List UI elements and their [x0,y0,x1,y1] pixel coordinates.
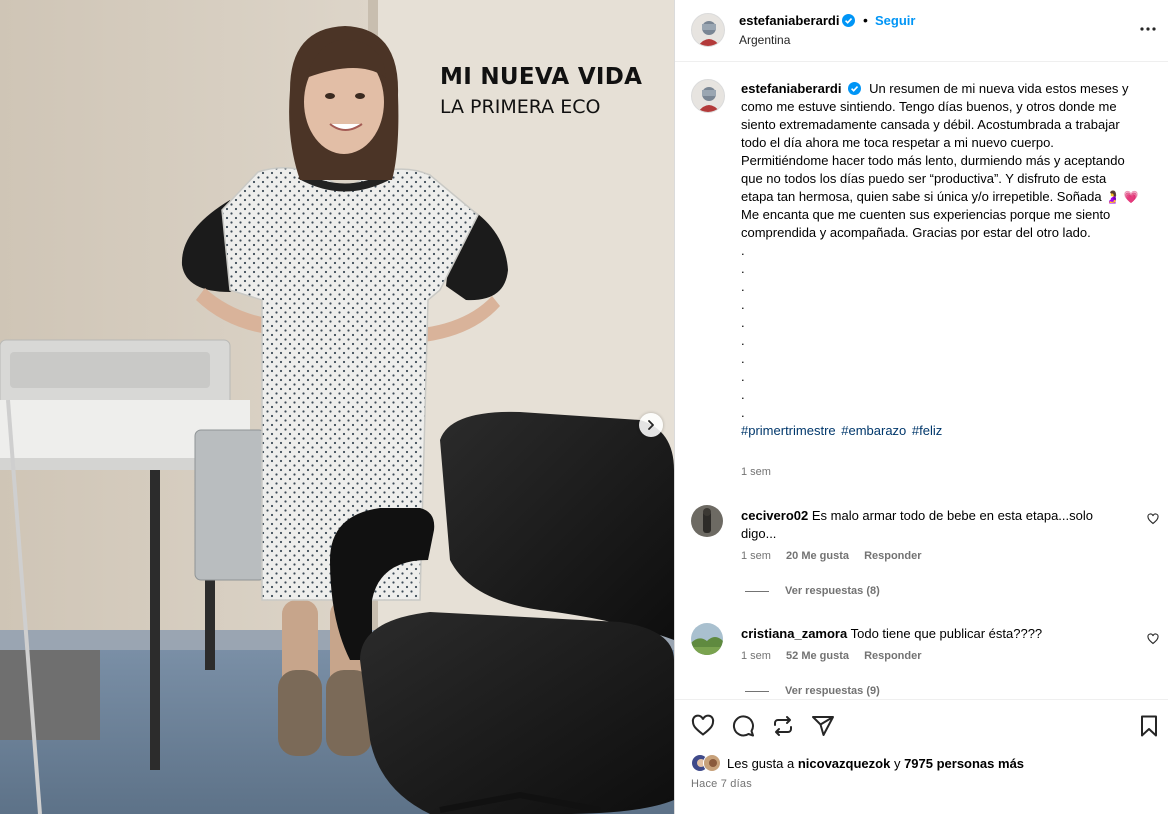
comment-body: cristiana_zamora Todo tiene que publicar… [741,625,1121,643]
next-photo-button[interactable] [639,413,663,437]
likes-prefix: Les gusta a [727,755,795,771]
caption-dot: . [741,297,745,312]
hashtag-link[interactable]: #primertrimestre [741,423,836,438]
more-horizontal-icon [1140,27,1156,31]
caption-dot: . [741,369,745,384]
header-separator: • [863,12,868,28]
view-replies-button[interactable]: Ver respuestas (9) [745,685,880,697]
reply-button[interactable]: Responder [864,650,921,662]
author-username-row[interactable]: estefaniaberardi [739,13,856,28]
author-username[interactable]: estefaniaberardi [739,13,839,28]
comment-likes-count[interactable]: 52 Me gusta [786,650,849,662]
verified-badge-icon [842,14,856,27]
replies-divider [745,590,769,592]
hashtag-link[interactable]: #feliz [912,423,942,438]
likes-others[interactable]: 7975 personas más [904,756,1024,771]
post-header: estefaniaberardi • Seguir Argentina [675,0,1168,62]
comment-button[interactable] [731,714,755,741]
author-avatar[interactable] [691,13,725,47]
pregnant-emoji: 🤰 [1105,190,1121,204]
comment-time[interactable]: 1 sem [741,550,771,562]
heart-outline-icon [1147,633,1159,645]
comment-meta: 1 sem 20 Me gusta Responder [741,550,934,562]
avatar-image [692,80,724,112]
caption-text: Un resumen de mi nueva vida estos meses … [741,81,1129,204]
overlay-subtitle: LA PRIMERA ECO [440,96,601,118]
commenter-avatar[interactable] [691,623,723,655]
liker-avatar [703,754,721,772]
likes-summary[interactable]: Les gusta a nicovazquezok y 7975 persona… [691,754,1024,772]
heart-emoji: 💗 [1123,190,1139,204]
caption-username[interactable]: estefaniaberardi [741,81,841,96]
post-caption: estefaniaberardi Un resumen de mi nueva … [741,80,1141,440]
commenter-username[interactable]: cecivero02 [741,508,808,523]
heart-icon [691,714,715,736]
caption-hashtags: #primertrimestre #embarazo #feliz [741,422,1141,440]
caption-dots: . . . . . . . . . . [741,242,1141,422]
post-location[interactable]: Argentina [739,33,790,47]
caption-dot: . [741,351,745,366]
comments-list[interactable]: estefaniaberardi Un resumen de mi nueva … [675,63,1168,699]
share-icon [812,716,834,736]
comment-item: cristiana_zamora Todo tiene que publicar… [691,623,1161,683]
verified-badge-icon [848,82,862,95]
comment-meta: 1 sem 52 Me gusta Responder [741,650,934,662]
comment-like-button[interactable] [1147,513,1159,528]
commenter-username[interactable]: cristiana_zamora [741,626,847,641]
comment-like-button[interactable] [1147,633,1159,648]
post-photo [0,0,674,814]
more-options-button[interactable] [1139,20,1157,41]
likes-conj: y [893,755,901,771]
comment-text: Todo tiene que publicar ésta???? [850,626,1043,641]
view-replies-button[interactable]: Ver respuestas (8) [745,585,880,597]
share-button[interactable] [811,714,835,741]
comment-likes-count[interactable]: 20 Me gusta [786,550,849,562]
overlay-title: MI NUEVA VIDA [440,64,643,90]
instagram-post: MI NUEVA VIDA LA PRIMERA ECO estefaniabe… [0,0,1168,814]
comment-body: cecivero02 Es malo armar todo de bebe en… [741,507,1121,543]
likes-user[interactable]: nicovazquezok [798,756,890,771]
post-date[interactable]: Hace 7 días [691,778,752,790]
avatar-image [691,505,723,537]
like-button[interactable] [691,714,715,741]
bookmark-icon [1141,715,1157,737]
caption-dot: . [741,405,745,420]
post-info-panel: estefaniaberardi • Seguir Argentina este… [674,0,1168,814]
hashtag-link[interactable]: #embarazo [841,423,906,438]
caption-dot: . [741,387,745,402]
comment-icon [732,715,754,737]
replies-divider [745,690,769,692]
caption-dot: . [741,243,745,258]
caption-timestamp[interactable]: 1 sem [741,466,771,478]
repost-icon [774,716,792,736]
caption-dot: . [741,279,745,294]
caption-dot: . [741,261,745,276]
commenter-avatar[interactable] [691,505,723,537]
caption-author-avatar[interactable] [691,79,725,113]
avatar-image [691,623,723,655]
post-media[interactable]: MI NUEVA VIDA LA PRIMERA ECO [0,0,674,814]
post-actions: Les gusta a nicovazquezok y 7975 persona… [675,699,1168,814]
chevron-right-icon [648,420,654,430]
comment-time[interactable]: 1 sem [741,650,771,662]
follow-button[interactable]: Seguir [875,13,915,28]
repost-button[interactable] [771,714,795,741]
heart-outline-icon [1147,513,1159,525]
view-replies-label: Ver respuestas (8) [785,585,880,597]
save-button[interactable] [1137,714,1161,741]
reply-button[interactable]: Responder [864,550,921,562]
caption-text-2: Me encanta que me cuenten sus experienci… [741,207,1111,240]
caption-dot: . [741,315,745,330]
caption-dot: . [741,333,745,348]
avatar-image [704,755,720,771]
view-replies-label: Ver respuestas (9) [785,685,880,697]
avatar-image [692,14,724,46]
